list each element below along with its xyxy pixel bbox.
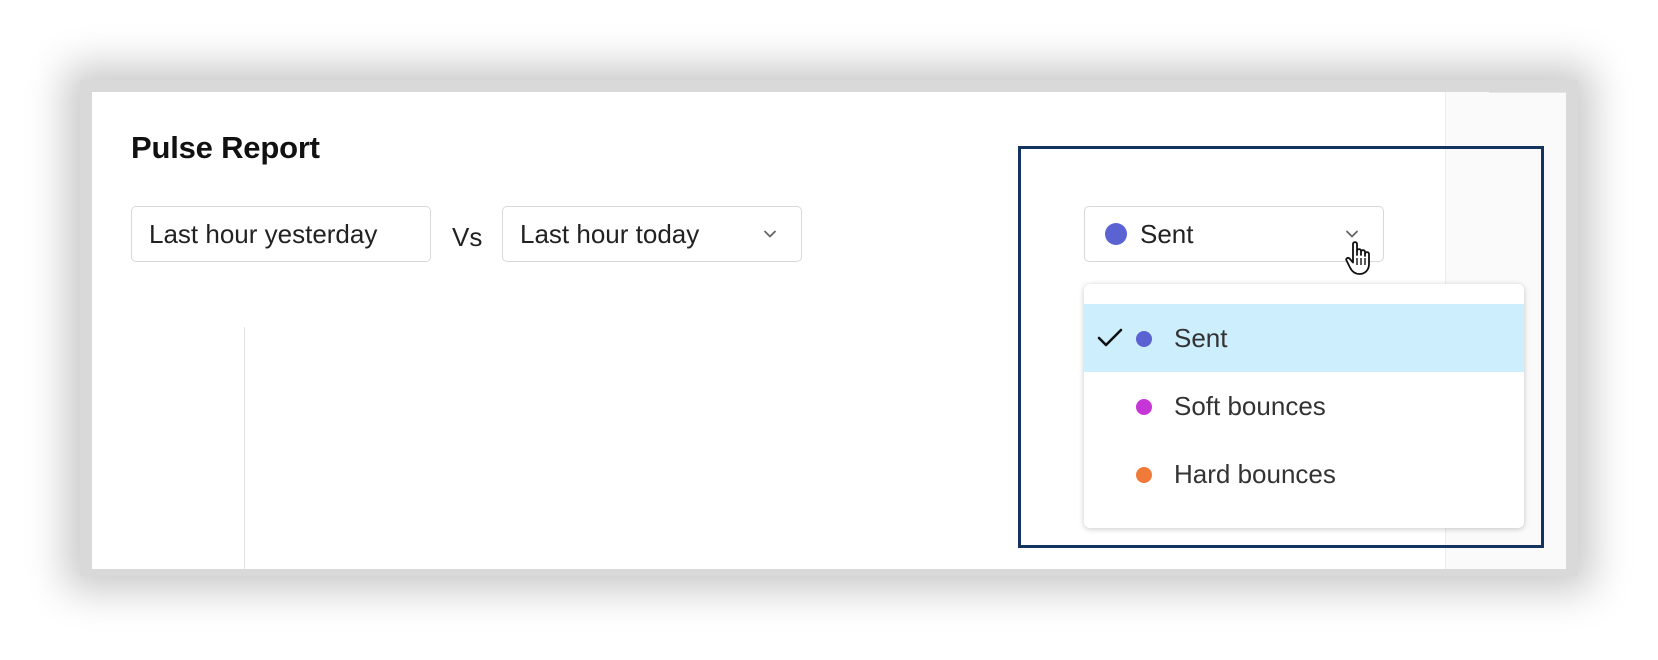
chart-y-axis [244,327,245,569]
metric-select-label: Sent [1140,218,1194,249]
metric-color-dot [1105,223,1127,245]
option-label: Sent [1174,323,1228,353]
panel-divider [1489,92,1566,93]
chevron-down-icon [764,230,776,238]
metric-select[interactable]: Sent [1084,206,1384,262]
option-color-dot [1136,399,1152,415]
metric-option-hard-bounces[interactable]: Hard bounces [1084,440,1524,508]
period-left-select[interactable]: Last hour yesterday [131,206,431,262]
checkmark-icon [1097,328,1123,347]
page-title: Pulse Report [131,130,320,165]
option-label: Hard bounces [1174,459,1336,489]
period-right-select[interactable]: Last hour today [502,206,802,262]
period-left-label: Last hour yesterday [149,218,378,249]
versus-label: Vs [452,222,483,252]
option-label: Soft bounces [1174,391,1326,421]
period-right-label: Last hour today [520,218,700,249]
metric-option-sent[interactable]: Sent [1084,304,1524,372]
metric-dropdown-menu: Sent Soft bounces Hard bounces [1084,284,1524,528]
metric-option-soft-bounces[interactable]: Soft bounces [1084,372,1524,440]
option-color-dot [1136,467,1152,483]
screenshot-stage: Pulse Report Last hour yesterday Vs Last… [0,0,1658,660]
hand-cursor-icon [1345,241,1370,275]
app-window: Pulse Report Last hour yesterday Vs Last… [92,92,1566,569]
option-color-dot [1136,331,1152,347]
